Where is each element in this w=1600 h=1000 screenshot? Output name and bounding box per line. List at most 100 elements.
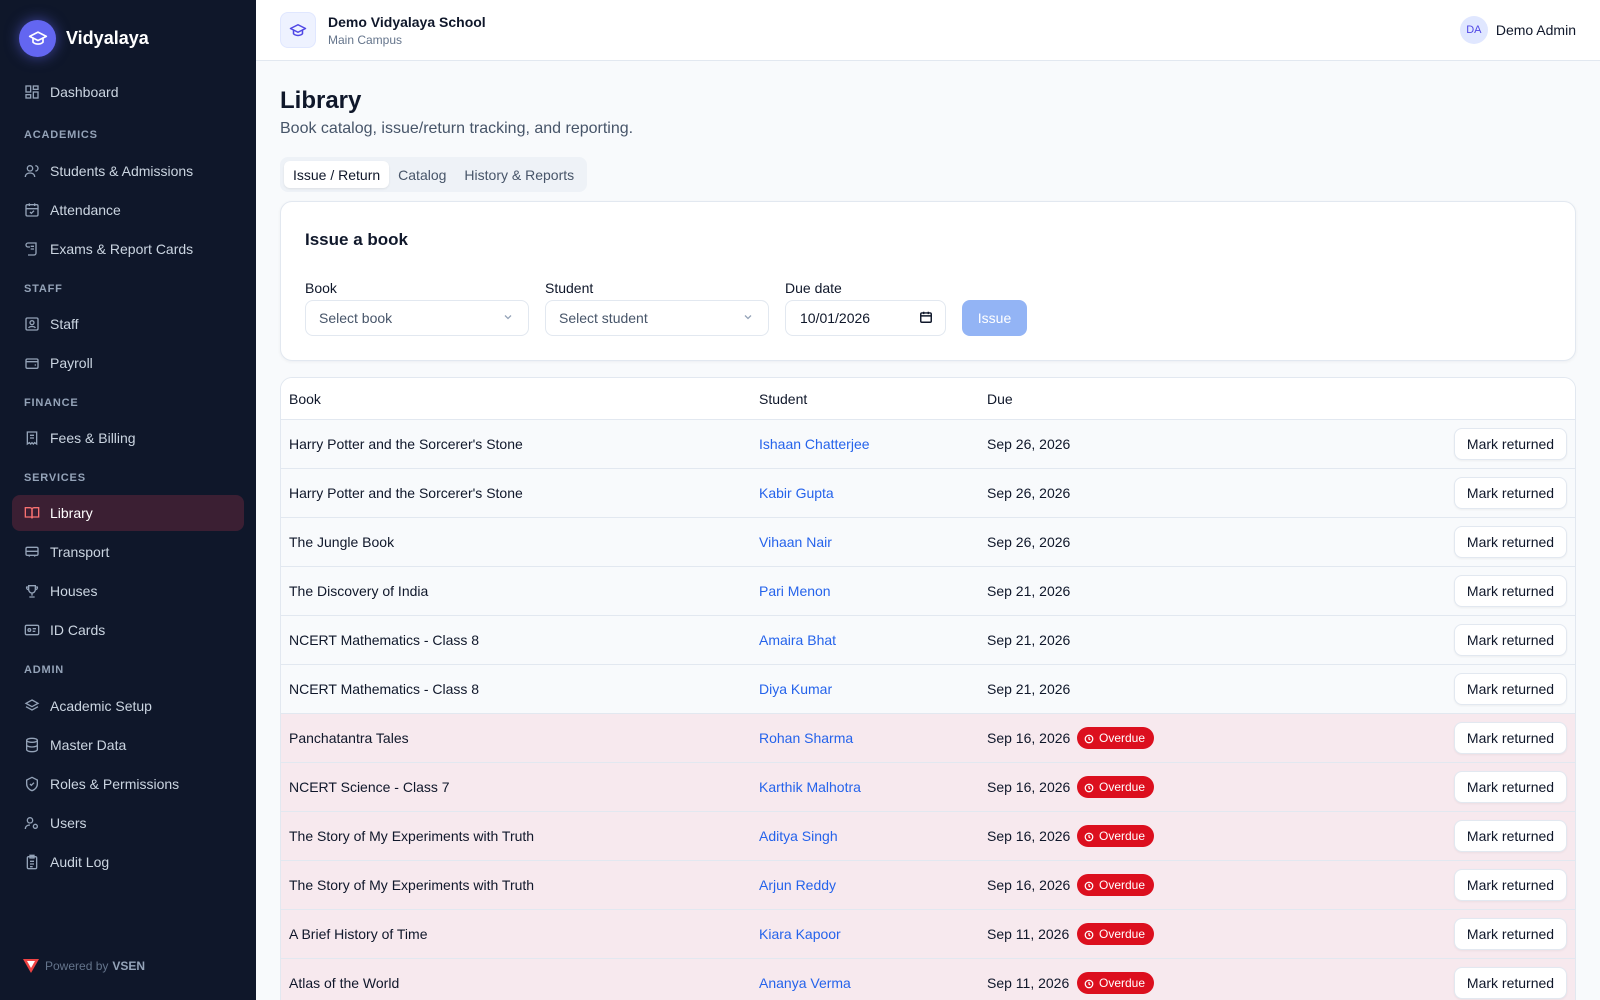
cell-book: A Brief History of Time [289, 926, 428, 942]
calendar-icon[interactable] [919, 310, 933, 327]
calendar-check-icon [24, 202, 40, 218]
page-title: Library [280, 87, 362, 114]
mark-returned-button[interactable]: Mark returned [1454, 722, 1567, 754]
cell-due-date: Sep 16, 2026 [987, 828, 1071, 844]
overdue-badge-label: Overdue [1099, 731, 1146, 745]
layers-icon [24, 698, 40, 714]
cell-book: The Jungle Book [289, 534, 395, 550]
sidebar-item-fees[interactable]: Fees & Billing [12, 420, 244, 456]
cell-student-link[interactable]: Kabir Gupta [759, 485, 834, 501]
table-row: The Jungle Book Vihaan Nair Sep 26, 2026 Ma… [281, 518, 1575, 567]
sidebar-item-label: Master Data [50, 737, 127, 753]
mark-returned-button[interactable]: Mark returned [1454, 869, 1567, 901]
mark-returned-button[interactable]: Mark returned [1454, 820, 1567, 852]
mark-returned-button[interactable]: Mark returned [1454, 624, 1567, 656]
mark-returned-button[interactable]: Mark returned [1454, 428, 1567, 460]
cell-student-link[interactable]: Rohan Sharma [759, 730, 853, 746]
sidebar-item-payroll[interactable]: Payroll [12, 345, 244, 381]
sidebar-item-students[interactable]: Students & Admissions [12, 153, 244, 189]
cell-student-link[interactable]: Arjun Reddy [759, 877, 836, 893]
chevron-down-icon [742, 310, 754, 326]
sidebar-item-label: Academic Setup [50, 698, 152, 714]
section-academics: ACADEMICS [24, 129, 98, 141]
mark-returned-button[interactable]: Mark returned [1454, 477, 1567, 509]
sidebar-item-library[interactable]: Library [12, 495, 244, 531]
student-select[interactable]: Select student [545, 300, 769, 336]
mark-returned-button[interactable]: Mark returned [1454, 918, 1567, 950]
table-row: The Discovery of India Pari Menon Sep 21, … [281, 567, 1575, 616]
vsen-logo-icon [23, 959, 39, 973]
sidebar-item-audit-log[interactable]: Audit Log [12, 844, 244, 880]
table-row: NCERT Mathematics - Class 8 Amaira Bhat Se… [281, 616, 1575, 665]
wallet-icon [24, 355, 40, 371]
sidebar: Vidyalaya Dashboard ACADEMICS Students &… [0, 0, 256, 1000]
sidebar-item-houses[interactable]: Houses [12, 573, 244, 609]
tab-history-reports[interactable]: History & Reports [455, 161, 583, 188]
table-row: NCERT Science - Class 7 Karthik Malhotra S… [281, 763, 1575, 812]
sidebar-item-exams[interactable]: Exams & Report Cards [12, 231, 244, 267]
clock-alert-icon [1084, 782, 1094, 793]
mark-returned-button[interactable]: Mark returned [1454, 673, 1567, 705]
sidebar-item-id-cards[interactable]: ID Cards [12, 612, 244, 648]
sidebar-item-dashboard[interactable]: Dashboard [12, 74, 244, 110]
sidebar-item-master-data[interactable]: Master Data [12, 727, 244, 763]
cell-book: NCERT Mathematics - Class 8 [289, 681, 480, 697]
cell-student-link[interactable]: Vihaan Nair [759, 534, 832, 550]
cell-book: The Story of My Experiments with Truth [289, 877, 535, 893]
cell-due-date: Sep 21, 2026 [987, 681, 1071, 697]
section-staff: STAFF [24, 283, 63, 295]
sidebar-item-staff[interactable]: Staff [12, 306, 244, 342]
issue-button[interactable]: Issue [962, 300, 1027, 336]
cell-book: Harry Potter and the Sorcerer's Stone [289, 485, 523, 501]
clock-alert-icon [1084, 978, 1094, 989]
overdue-badge: Overdue [1077, 727, 1155, 749]
cell-book: Atlas of the World [289, 975, 400, 991]
mark-returned-button[interactable]: Mark returned [1454, 771, 1567, 803]
user-menu[interactable]: DA Demo Admin [1459, 16, 1576, 44]
sidebar-item-label: Houses [50, 583, 98, 599]
cell-book: NCERT Mathematics - Class 8 [289, 632, 480, 648]
cell-due-date: Sep 16, 2026 [987, 730, 1071, 746]
cell-student-link[interactable]: Kiara Kapoor [759, 926, 841, 942]
tab-list: Issue / Return Catalog History & Reports [280, 157, 588, 192]
sidebar-item-label: Students & Admissions [50, 163, 194, 179]
cell-student-link[interactable]: Karthik Malhotra [759, 779, 861, 795]
cell-student-link[interactable]: Amaira Bhat [759, 632, 836, 648]
cell-student-link[interactable]: Ishaan Chatterjee [759, 436, 870, 452]
tab-issue-return[interactable]: Issue / Return [284, 161, 390, 188]
section-finance: FINANCE [24, 397, 79, 409]
sidebar-item-transport[interactable]: Transport [12, 534, 244, 570]
mark-returned-button[interactable]: Mark returned [1454, 967, 1567, 999]
due-date-input[interactable]: 10/01/2026 [785, 300, 946, 336]
id-card-icon [24, 622, 40, 638]
student-select-value: Select student [559, 310, 648, 326]
brand[interactable]: Vidyalaya [19, 19, 149, 57]
clock-alert-icon [1084, 831, 1094, 842]
sidebar-item-academic-setup[interactable]: Academic Setup [12, 688, 244, 724]
sidebar-item-roles[interactable]: Roles & Permissions [12, 766, 244, 802]
cell-student-link[interactable]: Pari Menon [759, 583, 831, 599]
cell-student-link[interactable]: Aditya Singh [759, 828, 838, 844]
mark-returned-button[interactable]: Mark returned [1454, 526, 1567, 558]
sidebar-item-users[interactable]: Users [12, 805, 244, 841]
sidebar-item-label: Audit Log [50, 854, 110, 870]
tab-catalog[interactable]: Catalog [389, 161, 455, 188]
cell-student-link[interactable]: Diya Kumar [759, 681, 832, 697]
overdue-badge: Overdue [1077, 776, 1155, 798]
overdue-badge-label: Overdue [1099, 780, 1146, 794]
sidebar-item-label: Exams & Report Cards [50, 241, 194, 257]
user-cog-icon [24, 815, 40, 831]
cell-book: Panchatantra Tales [289, 730, 409, 746]
cell-book: NCERT Science - Class 7 [289, 779, 450, 795]
users-icon [24, 163, 40, 179]
campus-name: Main Campus [328, 33, 403, 47]
book-select[interactable]: Select book [305, 300, 529, 336]
cell-due-date: Sep 11, 2026 [987, 926, 1070, 942]
cell-student-link[interactable]: Ananya Verma [759, 975, 851, 991]
avatar: DA [1459, 16, 1488, 44]
mark-returned-button[interactable]: Mark returned [1454, 575, 1567, 607]
table-row: A Brief History of Time Kiara Kapoor Sep 1… [281, 910, 1575, 959]
sidebar-item-attendance[interactable]: Attendance [12, 192, 244, 228]
sidebar-item-label: Fees & Billing [50, 430, 136, 446]
table-row: The Story of My Experiments with Truth Ar… [281, 861, 1575, 910]
